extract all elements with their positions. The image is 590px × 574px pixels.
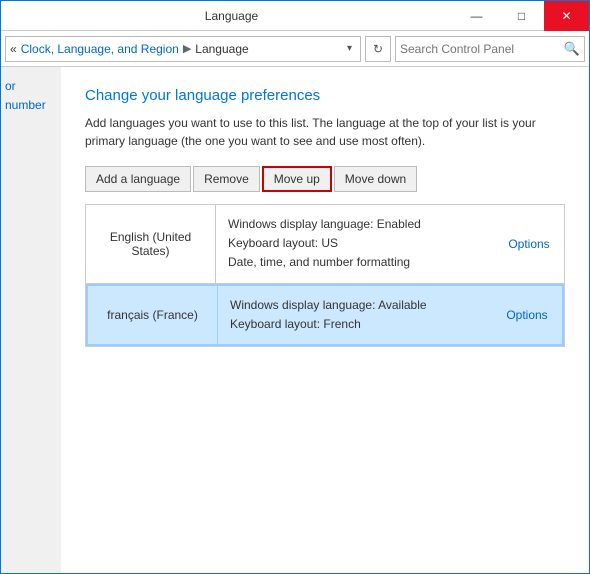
maximize-button[interactable]: □ bbox=[499, 1, 544, 31]
address-bar: « Clock, Language, and Region ▶ Language… bbox=[1, 31, 589, 67]
content-area: Change your language preferences Add lan… bbox=[61, 67, 589, 573]
move-down-button[interactable]: Move down bbox=[334, 166, 417, 192]
language-info-english: Windows display language: Enabled Keyboa… bbox=[216, 205, 494, 283]
refresh-button[interactable]: ↻ bbox=[365, 36, 391, 62]
main-window: Language — □ ✕ « Clock, Language, and Re… bbox=[0, 0, 590, 574]
breadcrumb-dropdown-button[interactable]: ▾ bbox=[343, 43, 356, 54]
language-toolbar: Add a language Remove Move up Move down bbox=[85, 166, 565, 192]
language-row-english[interactable]: English (United States) Windows display … bbox=[86, 205, 564, 284]
title-bar: Language — □ ✕ bbox=[1, 1, 589, 31]
window-title: Language bbox=[9, 9, 454, 23]
move-up-button[interactable]: Move up bbox=[262, 166, 332, 192]
breadcrumb-parent-link[interactable]: Clock, Language, and Region bbox=[21, 42, 179, 56]
search-input[interactable] bbox=[400, 42, 564, 56]
language-options-english: Options bbox=[494, 205, 564, 283]
search-icon-button[interactable]: 🔍 bbox=[564, 41, 580, 57]
page-description: Add languages you want to use to this li… bbox=[85, 114, 565, 150]
search-box: 🔍 bbox=[395, 36, 585, 62]
language-options-french: Options bbox=[492, 286, 562, 344]
add-language-button[interactable]: Add a language bbox=[85, 166, 191, 192]
minimize-button[interactable]: — bbox=[454, 1, 499, 31]
breadcrumb-current: Language bbox=[195, 42, 248, 56]
sidebar: or number bbox=[1, 67, 61, 573]
language-name-english: English (United States) bbox=[86, 205, 216, 283]
sidebar-link-number[interactable]: or number bbox=[5, 79, 46, 112]
title-controls: — □ ✕ bbox=[454, 1, 589, 31]
language-name-french: français (France) bbox=[88, 286, 218, 344]
language-info-french: Windows display language: Available Keyb… bbox=[218, 286, 492, 344]
language-row-french[interactable]: français (France) Windows display langua… bbox=[86, 284, 564, 346]
options-link-english[interactable]: Options bbox=[508, 237, 549, 251]
breadcrumb-area: « Clock, Language, and Region ▶ Language… bbox=[5, 36, 361, 62]
nav-back-forward: « bbox=[10, 42, 17, 56]
remove-button[interactable]: Remove bbox=[193, 166, 260, 192]
close-button[interactable]: ✕ bbox=[544, 1, 589, 31]
main-content: or number Change your language preferenc… bbox=[1, 67, 589, 573]
breadcrumb-separator: ▶ bbox=[183, 42, 191, 55]
language-list: English (United States) Windows display … bbox=[85, 204, 565, 347]
options-link-french[interactable]: Options bbox=[506, 308, 547, 322]
page-title: Change your language preferences bbox=[85, 87, 565, 104]
